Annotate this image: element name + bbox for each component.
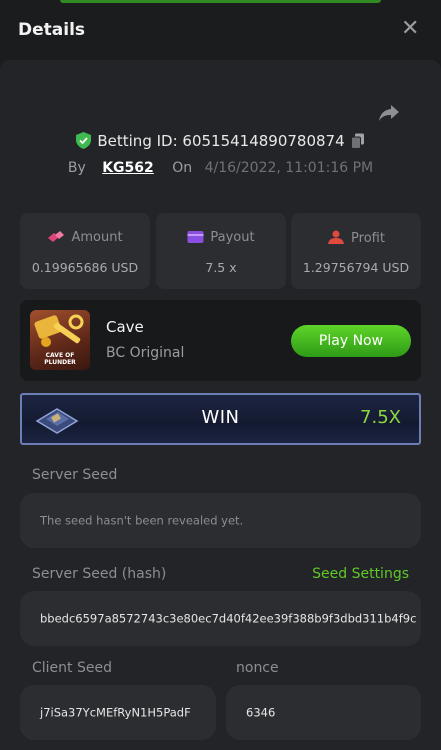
win-result-banner: WIN 7.5X bbox=[20, 393, 421, 445]
server-seed-hash-value: bbedc6597a8572743c3e80ec7d40f42ee39f388b… bbox=[40, 610, 417, 625]
copy-icon[interactable] bbox=[350, 133, 365, 149]
server-seed-value: The seed hasn't been revealed yet. bbox=[40, 512, 244, 527]
profit-card: Profit 1.29756794 USD bbox=[291, 213, 421, 289]
modal-title: Details bbox=[18, 20, 86, 40]
game-thumbnail[interactable]: CAVE OF PLUNDER bbox=[30, 310, 90, 370]
on-label: On bbox=[172, 160, 193, 176]
client-seed-label: Client Seed bbox=[32, 660, 112, 676]
modal-header: Details ✕ bbox=[0, 0, 441, 62]
server-seed-hash-label: Server Seed (hash) bbox=[32, 566, 167, 582]
game-name: Cave bbox=[106, 318, 144, 336]
treasure-key-icon bbox=[34, 314, 84, 347]
profit-label: Profit bbox=[351, 231, 385, 246]
betting-id: Betting ID: 60515414890780874 bbox=[97, 132, 345, 150]
bet-byline: By KG562 On 4/16/2022, 11:01:16 PM bbox=[0, 160, 441, 176]
payout-label: Payout bbox=[210, 230, 255, 245]
result-multiplier: 7.5X bbox=[360, 407, 401, 428]
nonce-field[interactable]: 6346 bbox=[226, 685, 421, 740]
close-icon[interactable]: ✕ bbox=[401, 18, 419, 40]
game-thumbnail-text: CAVE OF PLUNDER bbox=[44, 352, 76, 366]
profit-value: 1.29756794 USD bbox=[302, 260, 410, 275]
game-card: CAVE OF PLUNDER Cave BC Original Play No… bbox=[20, 300, 421, 381]
play-now-button[interactable]: Play Now bbox=[291, 325, 411, 357]
betting-id-line: Betting ID: 60515414890780874 bbox=[0, 132, 441, 150]
client-seed-value: j7iSa37YcMEfRyN1H5PadF bbox=[40, 704, 191, 719]
payout-value: 7.5 x bbox=[205, 260, 237, 275]
bet-date: 4/16/2022, 11:01:16 PM bbox=[204, 160, 374, 176]
server-seed-field: The seed hasn't been revealed yet. bbox=[20, 493, 421, 548]
by-label: By bbox=[67, 160, 86, 176]
seed-settings-link[interactable]: Seed Settings bbox=[312, 566, 409, 582]
server-seed-hash-field[interactable]: bbedc6597a8572743c3e80ec7d40f42ee39f388b… bbox=[20, 591, 421, 646]
game-provider: BC Original bbox=[106, 345, 185, 361]
coins-icon bbox=[48, 231, 65, 242]
client-seed-field[interactable]: j7iSa37YcMEfRyN1H5PadF bbox=[20, 685, 216, 740]
share-icon[interactable] bbox=[378, 104, 400, 122]
verified-shield-icon bbox=[76, 132, 92, 149]
nonce-label: nonce bbox=[236, 660, 279, 676]
amount-value: 0.19965686 USD bbox=[31, 260, 139, 275]
wallet-icon bbox=[187, 231, 204, 243]
amount-label: Amount bbox=[71, 230, 123, 245]
server-seed-label: Server Seed bbox=[32, 467, 118, 483]
username-link[interactable]: KG562 bbox=[102, 160, 154, 176]
payout-card: Payout 7.5 x bbox=[156, 213, 286, 289]
amount-card: Amount 0.19965686 USD bbox=[20, 213, 150, 289]
nonce-value: 6346 bbox=[246, 704, 276, 719]
profit-icon bbox=[328, 230, 345, 244]
